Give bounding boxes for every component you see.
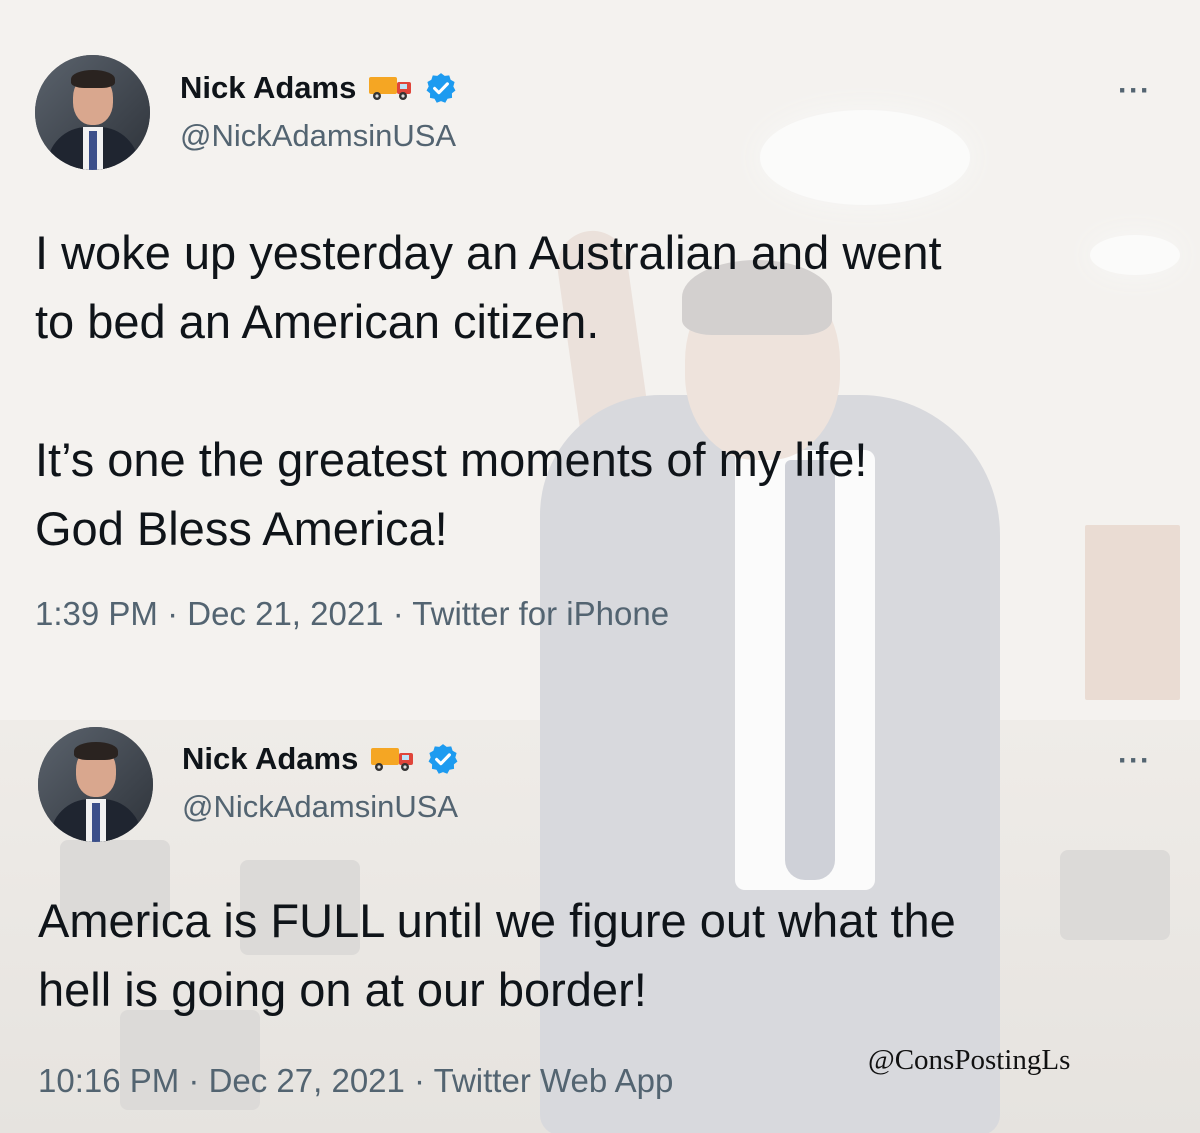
meta-separator: ·: [157, 595, 188, 632]
tweet-date[interactable]: Dec 27, 2021: [209, 1062, 405, 1099]
tweet-source[interactable]: Twitter for iPhone: [412, 595, 669, 632]
verified-badge-icon: [426, 742, 460, 776]
delivery-truck-icon: [370, 745, 416, 773]
display-name[interactable]: Nick Adams: [180, 70, 356, 106]
meta-separator: ·: [179, 1062, 209, 1099]
display-name[interactable]: Nick Adams: [182, 741, 358, 777]
tweet-time[interactable]: 10:16 PM: [38, 1062, 179, 1099]
screenshot-canvas: Nick Adams @NickAdamsinUSA ··· I woke up…: [0, 0, 1200, 1133]
more-options-icon[interactable]: ···: [1118, 746, 1151, 776]
meta-separator: ·: [383, 595, 413, 632]
more-options-icon[interactable]: ···: [1118, 76, 1151, 106]
author-handle[interactable]: @NickAdamsinUSA: [182, 789, 458, 825]
tweet-meta: 10:16 PM · Dec 27, 2021 · Twitter Web Ap…: [38, 1062, 673, 1100]
avatar[interactable]: [38, 727, 153, 842]
delivery-truck-icon: [368, 74, 414, 102]
verified-badge-icon: [424, 71, 458, 105]
avatar[interactable]: [35, 55, 150, 170]
author-name-row: Nick Adams: [180, 70, 458, 106]
tweet-date[interactable]: Dec 21, 2021: [187, 595, 383, 632]
author-handle[interactable]: @NickAdamsinUSA: [180, 118, 456, 154]
tweet-text: America is FULL until we figure out what…: [38, 894, 956, 1016]
meta-separator: ·: [404, 1062, 434, 1099]
author-name-row: Nick Adams: [182, 741, 460, 777]
tweet-time[interactable]: 1:39 PM: [35, 595, 158, 632]
tweet-meta: 1:39 PM · Dec 21, 2021 · Twitter for iPh…: [35, 595, 669, 633]
tweet-source[interactable]: Twitter Web App: [434, 1062, 674, 1099]
background-ceiling-light: [760, 110, 970, 205]
watermark: @ConsPostingLs: [868, 1044, 1071, 1076]
tweet-text: I woke up yesterday an Australian and we…: [35, 226, 942, 555]
